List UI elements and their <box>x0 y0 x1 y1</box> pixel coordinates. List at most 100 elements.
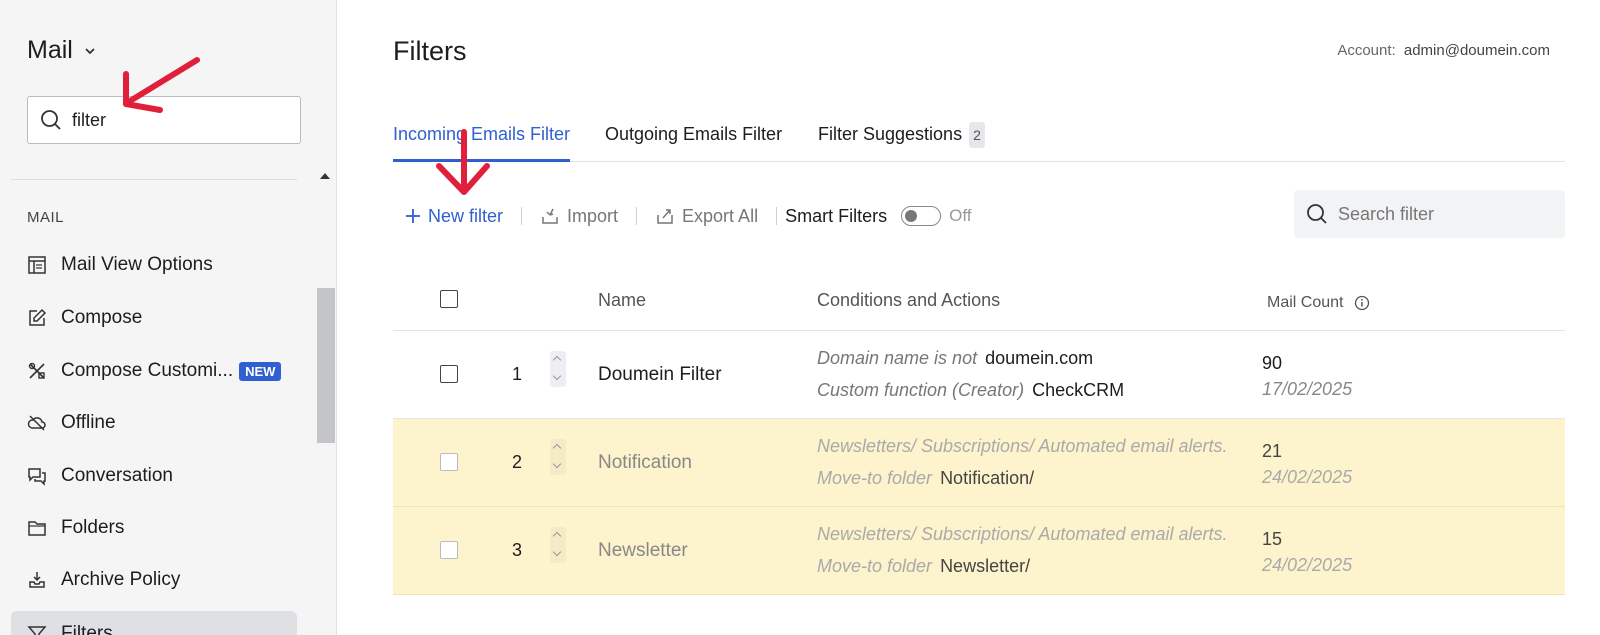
filter-tabs: Incoming Emails Filter Outgoing Emails F… <box>393 122 1565 162</box>
export-all-label: Export All <box>682 205 759 226</box>
reorder-handle[interactable] <box>550 439 566 475</box>
sidebar-item-compose[interactable]: Compose <box>11 295 297 341</box>
column-header-conditions: Conditions and Actions <box>817 290 1001 310</box>
move-up-icon[interactable] <box>552 531 562 541</box>
sidebar-item-filters[interactable]: Filters <box>11 611 297 635</box>
new-filter-button[interactable]: New filter <box>393 206 503 227</box>
tab-incoming-emails-filter[interactable]: Incoming Emails Filter <box>393 122 571 162</box>
app-switcher[interactable]: Mail <box>27 36 97 65</box>
filter-search-box[interactable] <box>1294 190 1565 238</box>
condition-label: Newsletters/ Subscriptions/ Automated em… <box>817 436 1228 456</box>
tab-outgoing-emails-filter[interactable]: Outgoing Emails Filter <box>605 122 782 162</box>
row-order-number: 3 <box>512 540 523 560</box>
scrollbar-thumb[interactable] <box>317 288 335 443</box>
toolbar-separator <box>776 207 778 225</box>
row-checkbox[interactable] <box>440 453 458 471</box>
mail-count: 90 <box>1262 353 1283 373</box>
action-label: Move-to folder <box>817 556 933 576</box>
settings-sidebar: Mail MAIL Mail View Options Compose Comp… <box>0 0 337 635</box>
sidebar-item-label: Compose <box>61 307 143 328</box>
sidebar-item-mail-view-options[interactable]: Mail View Options <box>11 242 297 288</box>
row-checkbox[interactable] <box>440 365 458 383</box>
chevron-down-icon <box>85 47 95 54</box>
info-icon[interactable] <box>1354 295 1370 311</box>
action-value: CheckCRM <box>1032 380 1125 400</box>
last-match-date: 24/02/2025 <box>1262 555 1353 575</box>
mail-count: 15 <box>1262 529 1283 549</box>
column-header-name: Name <box>598 290 647 310</box>
sidebar-item-compose-customization[interactable]: Compose Customi... NEW <box>11 348 297 394</box>
suggestions-count-badge: 2 <box>969 122 985 148</box>
tab-label: Outgoing Emails Filter <box>605 124 783 144</box>
toggle-knob <box>905 210 918 222</box>
filter-search-input[interactable] <box>1338 203 1538 225</box>
new-badge: NEW <box>239 361 282 381</box>
column-header-mail-count: Mail Count <box>1267 294 1370 312</box>
mail-count-label: Mail Count <box>1267 294 1344 311</box>
table-header: Name Conditions and Actions Mail Count <box>393 272 1565 331</box>
account-email: admin@doumein.com <box>1403 42 1550 59</box>
archive-icon <box>29 572 45 588</box>
scroll-up-arrow-icon[interactable] <box>320 173 330 179</box>
action-label: Move-to folder <box>817 468 933 488</box>
sidebar-item-label: Mail View Options <box>61 254 213 275</box>
move-down-icon[interactable] <box>552 547 562 557</box>
condition-label: Domain name is not <box>817 348 978 368</box>
table-row[interactable]: 1 Doumein Filter Domain name is not doume… <box>393 331 1565 419</box>
condition-label: Newsletters/ Subscriptions/ Automated em… <box>817 524 1228 544</box>
move-up-icon[interactable] <box>552 355 562 365</box>
reorder-handle[interactable] <box>550 527 566 563</box>
move-up-icon[interactable] <box>552 443 562 453</box>
smart-filters-state: Off <box>949 206 972 225</box>
sidebar-item-offline[interactable]: Offline <box>11 400 297 446</box>
row-order-number: 2 <box>512 452 523 472</box>
sidebar-item-conversation[interactable]: Conversation <box>11 453 297 499</box>
toolbar-separator <box>521 207 523 225</box>
account-label: Account: <box>1337 42 1396 59</box>
export-all-button[interactable]: Export All <box>655 206 758 227</box>
folder-icon <box>28 521 46 536</box>
condition-value: doumein.com <box>985 348 1094 368</box>
filter-name[interactable]: Notification <box>598 452 692 474</box>
sidebar-item-label: Archive Policy <box>61 569 181 590</box>
app-title: Mail <box>27 36 73 64</box>
sidebar-item-archive-policy[interactable]: Archive Policy <box>11 557 297 603</box>
row-checkbox[interactable] <box>440 541 458 559</box>
account-info: Account: admin@doumein.com <box>1337 42 1550 59</box>
last-match-date: 24/02/2025 <box>1262 467 1353 487</box>
last-match-date: 17/02/2025 <box>1262 379 1353 399</box>
edit-icon <box>29 308 47 326</box>
settings-search-input[interactable] <box>72 109 272 131</box>
table-row[interactable]: 3 Newsletter Newsletters/ Subscriptions/… <box>393 507 1565 595</box>
action-line: Move-to folder Notification/ <box>817 468 1034 489</box>
reorder-handle[interactable] <box>550 351 566 387</box>
filter-name[interactable]: Newsletter <box>598 540 688 562</box>
import-icon <box>542 208 558 224</box>
import-button[interactable]: Import <box>540 206 618 227</box>
sidebar-item-folders[interactable]: Folders <box>11 505 297 551</box>
condition-line: Domain name is not doumein.com <box>817 348 1093 369</box>
table-row[interactable]: 2 Notification Newsletters/ Subscription… <box>393 419 1565 507</box>
plus-icon <box>406 209 420 223</box>
toolbar-separator <box>636 207 638 225</box>
search-icon <box>41 110 61 130</box>
sidebar-scrollbar[interactable] <box>316 165 335 635</box>
select-all-checkbox[interactable] <box>440 290 458 308</box>
filter-name[interactable]: Doumein Filter <box>598 364 722 386</box>
sidebar-item-label: Conversation <box>61 465 173 486</box>
tab-filter-suggestions[interactable]: Filter Suggestions 2 <box>818 122 985 162</box>
action-value: Newsletter/ <box>940 556 1031 576</box>
layout-icon <box>28 256 46 274</box>
sidebar-item-label: Compose Customi... <box>61 360 234 381</box>
sidebar-divider <box>11 179 297 180</box>
condition-line: Newsletters/ Subscriptions/ Automated em… <box>817 436 1236 457</box>
settings-search-box[interactable] <box>27 96 301 144</box>
move-down-icon[interactable] <box>552 459 562 469</box>
move-down-icon[interactable] <box>552 371 562 381</box>
sidebar-item-label: Filters <box>61 623 113 635</box>
smart-filters-toggle[interactable] <box>901 206 942 226</box>
action-value: Notification/ <box>940 468 1035 488</box>
search-icon <box>1307 204 1327 224</box>
filter-icon <box>27 626 47 635</box>
action-line: Move-to folder Newsletter/ <box>817 556 1030 577</box>
